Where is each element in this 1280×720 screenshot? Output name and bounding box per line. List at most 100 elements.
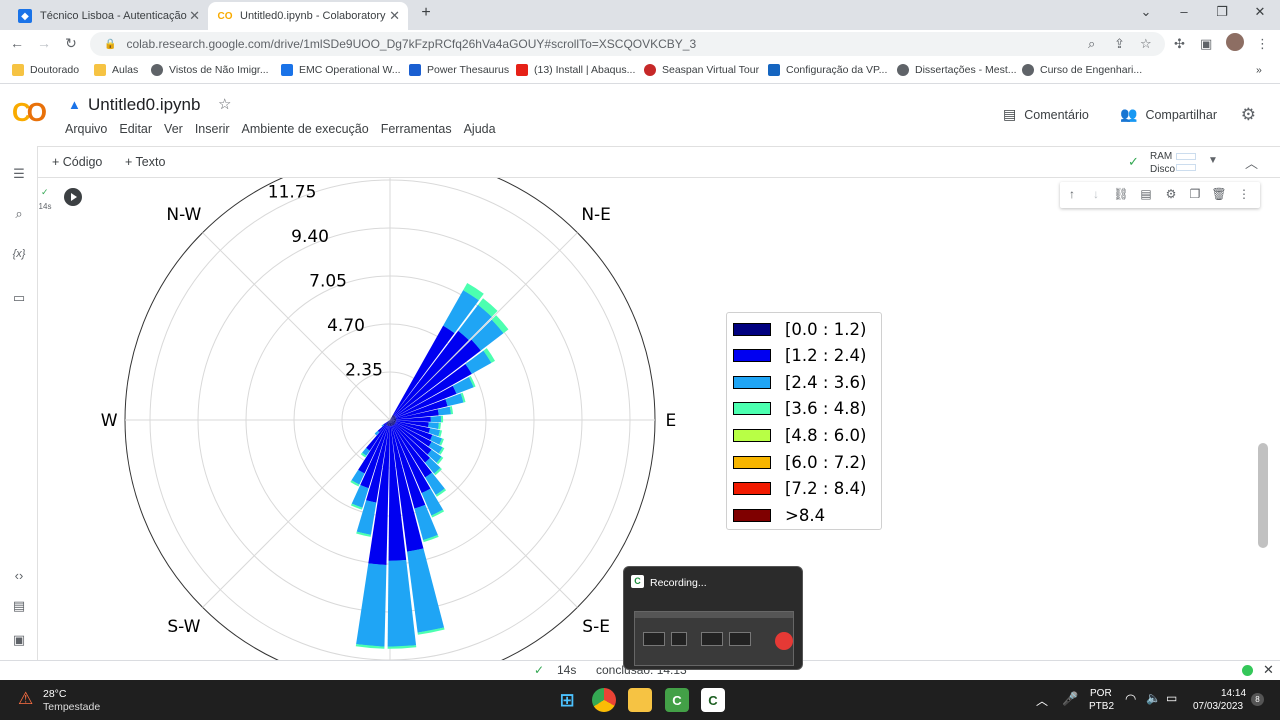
direction-label: W xyxy=(101,411,118,431)
close-icon[interactable]: ✕ xyxy=(389,8,400,24)
menu-edit[interactable]: Editar xyxy=(119,122,152,136)
close-icon[interactable]: ✕ xyxy=(1263,662,1274,678)
extensions-icon[interactable]: ✣ xyxy=(1174,36,1185,52)
tab-tecnico-lisboa[interactable]: ◆ Técnico Lisboa - Autenticação ✕ xyxy=(8,2,208,30)
side-panel-icon[interactable]: ▣ xyxy=(1200,36,1212,52)
move-down-arrow-icon[interactable]: ↓ xyxy=(1088,187,1104,201)
star-icon[interactable]: ☆ xyxy=(218,95,231,113)
table-of-contents-icon[interactable]: ☰ xyxy=(10,166,28,182)
legend-entry: [7.2 : 8.4) xyxy=(733,478,866,500)
legend-entry: >8.4 xyxy=(733,504,825,526)
new-tab-button[interactable]: + xyxy=(416,4,436,22)
menu-tools[interactable]: Ferramentas xyxy=(381,122,452,136)
gear-icon[interactable]: ⚙ xyxy=(1241,105,1256,125)
menu-help[interactable]: Ajuda xyxy=(464,122,496,136)
bookmark-item[interactable]: (13) Install | Abaqus... xyxy=(516,64,635,76)
menu-runtime[interactable]: Ambiente de execução xyxy=(242,122,369,136)
kebab-menu-icon[interactable]: ⋮ xyxy=(1256,36,1269,52)
chrome-icon[interactable] xyxy=(592,688,616,712)
tab-label: Untitled0.ipynb - Colaboratory xyxy=(240,10,386,22)
variables-icon[interactable]: {x} xyxy=(10,248,28,260)
bookmark-item[interactable]: Power Thesaurus xyxy=(409,64,509,76)
battery-icon[interactable]: ▭ xyxy=(1166,691,1177,705)
menu-insert[interactable]: Inserir xyxy=(195,122,230,136)
share-page-icon[interactable]: ⇪ xyxy=(1114,36,1125,52)
camtasia-icon[interactable]: C xyxy=(701,688,725,712)
command-palette-icon[interactable]: ▤ xyxy=(10,598,28,614)
keyboard-layout[interactable]: PTB2 xyxy=(1089,701,1114,712)
share-button[interactable]: 👥 Compartilhar xyxy=(1120,106,1217,123)
menu-file[interactable]: Arquivo xyxy=(65,122,107,136)
bookmark-item[interactable]: Doutorado xyxy=(12,64,79,76)
more-bookmarks-chevron-icon[interactable]: » xyxy=(1256,64,1262,76)
tab-search-chevron-icon[interactable]: ⌄ xyxy=(1136,4,1156,20)
wind-bar-segment xyxy=(356,563,387,647)
weather-desc[interactable]: Tempestade xyxy=(43,701,100,713)
windows-start-icon[interactable]: ⊞ xyxy=(555,688,579,712)
notebook-title[interactable]: Untitled0.ipynb xyxy=(88,95,200,115)
ram-bar xyxy=(1176,153,1196,160)
camtasia-recorder-icon[interactable]: C xyxy=(665,688,689,712)
speaker-icon[interactable]: 🔈 xyxy=(1146,691,1161,705)
address-bar[interactable]: 🔒 colab.research.google.com/drive/1mlSDe… xyxy=(90,32,1165,56)
move-up-arrow-icon[interactable]: ↑ xyxy=(1064,187,1080,201)
tab-colab[interactable]: CO Untitled0.ipynb - Colaboratory ✕ xyxy=(208,2,408,30)
clock-date[interactable]: 07/03/2023 xyxy=(1193,701,1243,712)
drive-icon[interactable]: ▲ xyxy=(68,97,81,112)
code-snippets-icon[interactable]: ‹› xyxy=(10,568,28,583)
wifi-icon[interactable]: ◠ xyxy=(1125,691,1136,707)
direction-label: S-W xyxy=(167,617,200,637)
bookmark-item[interactable]: Dissertações - Mest... xyxy=(897,64,1017,76)
legend-swatch xyxy=(733,508,771,522)
notification-badge[interactable]: 8 xyxy=(1251,693,1264,706)
back-arrow-icon[interactable]: ← xyxy=(8,35,26,51)
bookmark-star-icon[interactable]: ☆ xyxy=(1140,36,1152,52)
legend-entry: [2.4 : 3.6) xyxy=(733,371,866,393)
add-text-button[interactable]: + Texto xyxy=(125,155,165,169)
search-icon[interactable]: ⌕ xyxy=(10,206,28,222)
folder-icon[interactable]: ▭ xyxy=(10,290,28,306)
mirror-cell-icon[interactable]: ❐ xyxy=(1187,187,1203,201)
bookmark-item[interactable]: EMC Operational W... xyxy=(281,64,401,76)
forward-arrow-icon[interactable]: → xyxy=(35,35,53,51)
tab-strip: ◆ Técnico Lisboa - Autenticação ✕ CO Unt… xyxy=(0,0,1280,30)
close-window-button[interactable]: ✕ xyxy=(1250,4,1270,20)
maximize-button[interactable]: ❐ xyxy=(1212,4,1232,20)
weather-temp[interactable]: 28°C xyxy=(43,688,66,700)
bookmark-item[interactable]: Configuração da VP... xyxy=(768,64,887,76)
microphone-icon[interactable]: 🎤 xyxy=(1062,691,1078,707)
scrollbar[interactable] xyxy=(1258,443,1268,548)
link-icon[interactable]: ⛓ xyxy=(1113,187,1129,201)
dropdown-chevron-icon[interactable]: ▼ xyxy=(1208,155,1218,166)
clock-time[interactable]: 14:14 xyxy=(1221,688,1246,699)
reload-icon[interactable]: ↻ xyxy=(62,35,80,52)
bookmark-item[interactable]: Aulas xyxy=(94,64,138,76)
language-code[interactable]: POR xyxy=(1090,688,1112,699)
profile-avatar[interactable] xyxy=(1226,33,1244,51)
menu-view[interactable]: Ver xyxy=(164,122,183,136)
recording-popup[interactable]: C Recording... xyxy=(623,566,803,670)
kebab-menu-icon[interactable]: ⋮ xyxy=(1236,187,1252,201)
direction-label: N-E xyxy=(581,205,611,225)
wind-bar-segment xyxy=(440,415,444,423)
wind-bars xyxy=(350,282,509,649)
terminal-icon[interactable]: ▣ xyxy=(10,632,28,648)
trash-icon[interactable]: 🗑 xyxy=(1211,187,1227,201)
minimize-button[interactable]: – xyxy=(1174,4,1194,19)
gear-icon[interactable]: ⚙ xyxy=(1163,187,1179,201)
bookmark-item[interactable]: Vistos de Não Imigr... xyxy=(151,64,269,76)
seaspan-icon xyxy=(644,64,656,76)
file-explorer-icon[interactable] xyxy=(628,688,652,712)
ram-disk-indicator[interactable]: RAM Disco xyxy=(1150,150,1175,176)
bookmarks-bar: Doutorado Aulas Vistos de Não Imigr... E… xyxy=(0,58,1280,84)
close-icon[interactable]: ✕ xyxy=(189,8,200,24)
collapse-chevron-icon[interactable]: ︿ xyxy=(1245,153,1258,172)
zoom-icon[interactable]: ⌕ xyxy=(1088,36,1095,52)
add-code-button[interactable]: + Código xyxy=(52,155,102,169)
colab-logo[interactable]: CO xyxy=(12,97,47,128)
chevron-up-icon[interactable]: ︿ xyxy=(1036,692,1048,709)
bookmark-item[interactable]: Curso de Engenhari... xyxy=(1022,64,1142,76)
comment-button[interactable]: ▤ Comentário xyxy=(1003,106,1089,123)
bookmark-item[interactable]: Seaspan Virtual Tour xyxy=(644,64,759,76)
comment-icon[interactable]: ▤ xyxy=(1138,187,1154,201)
